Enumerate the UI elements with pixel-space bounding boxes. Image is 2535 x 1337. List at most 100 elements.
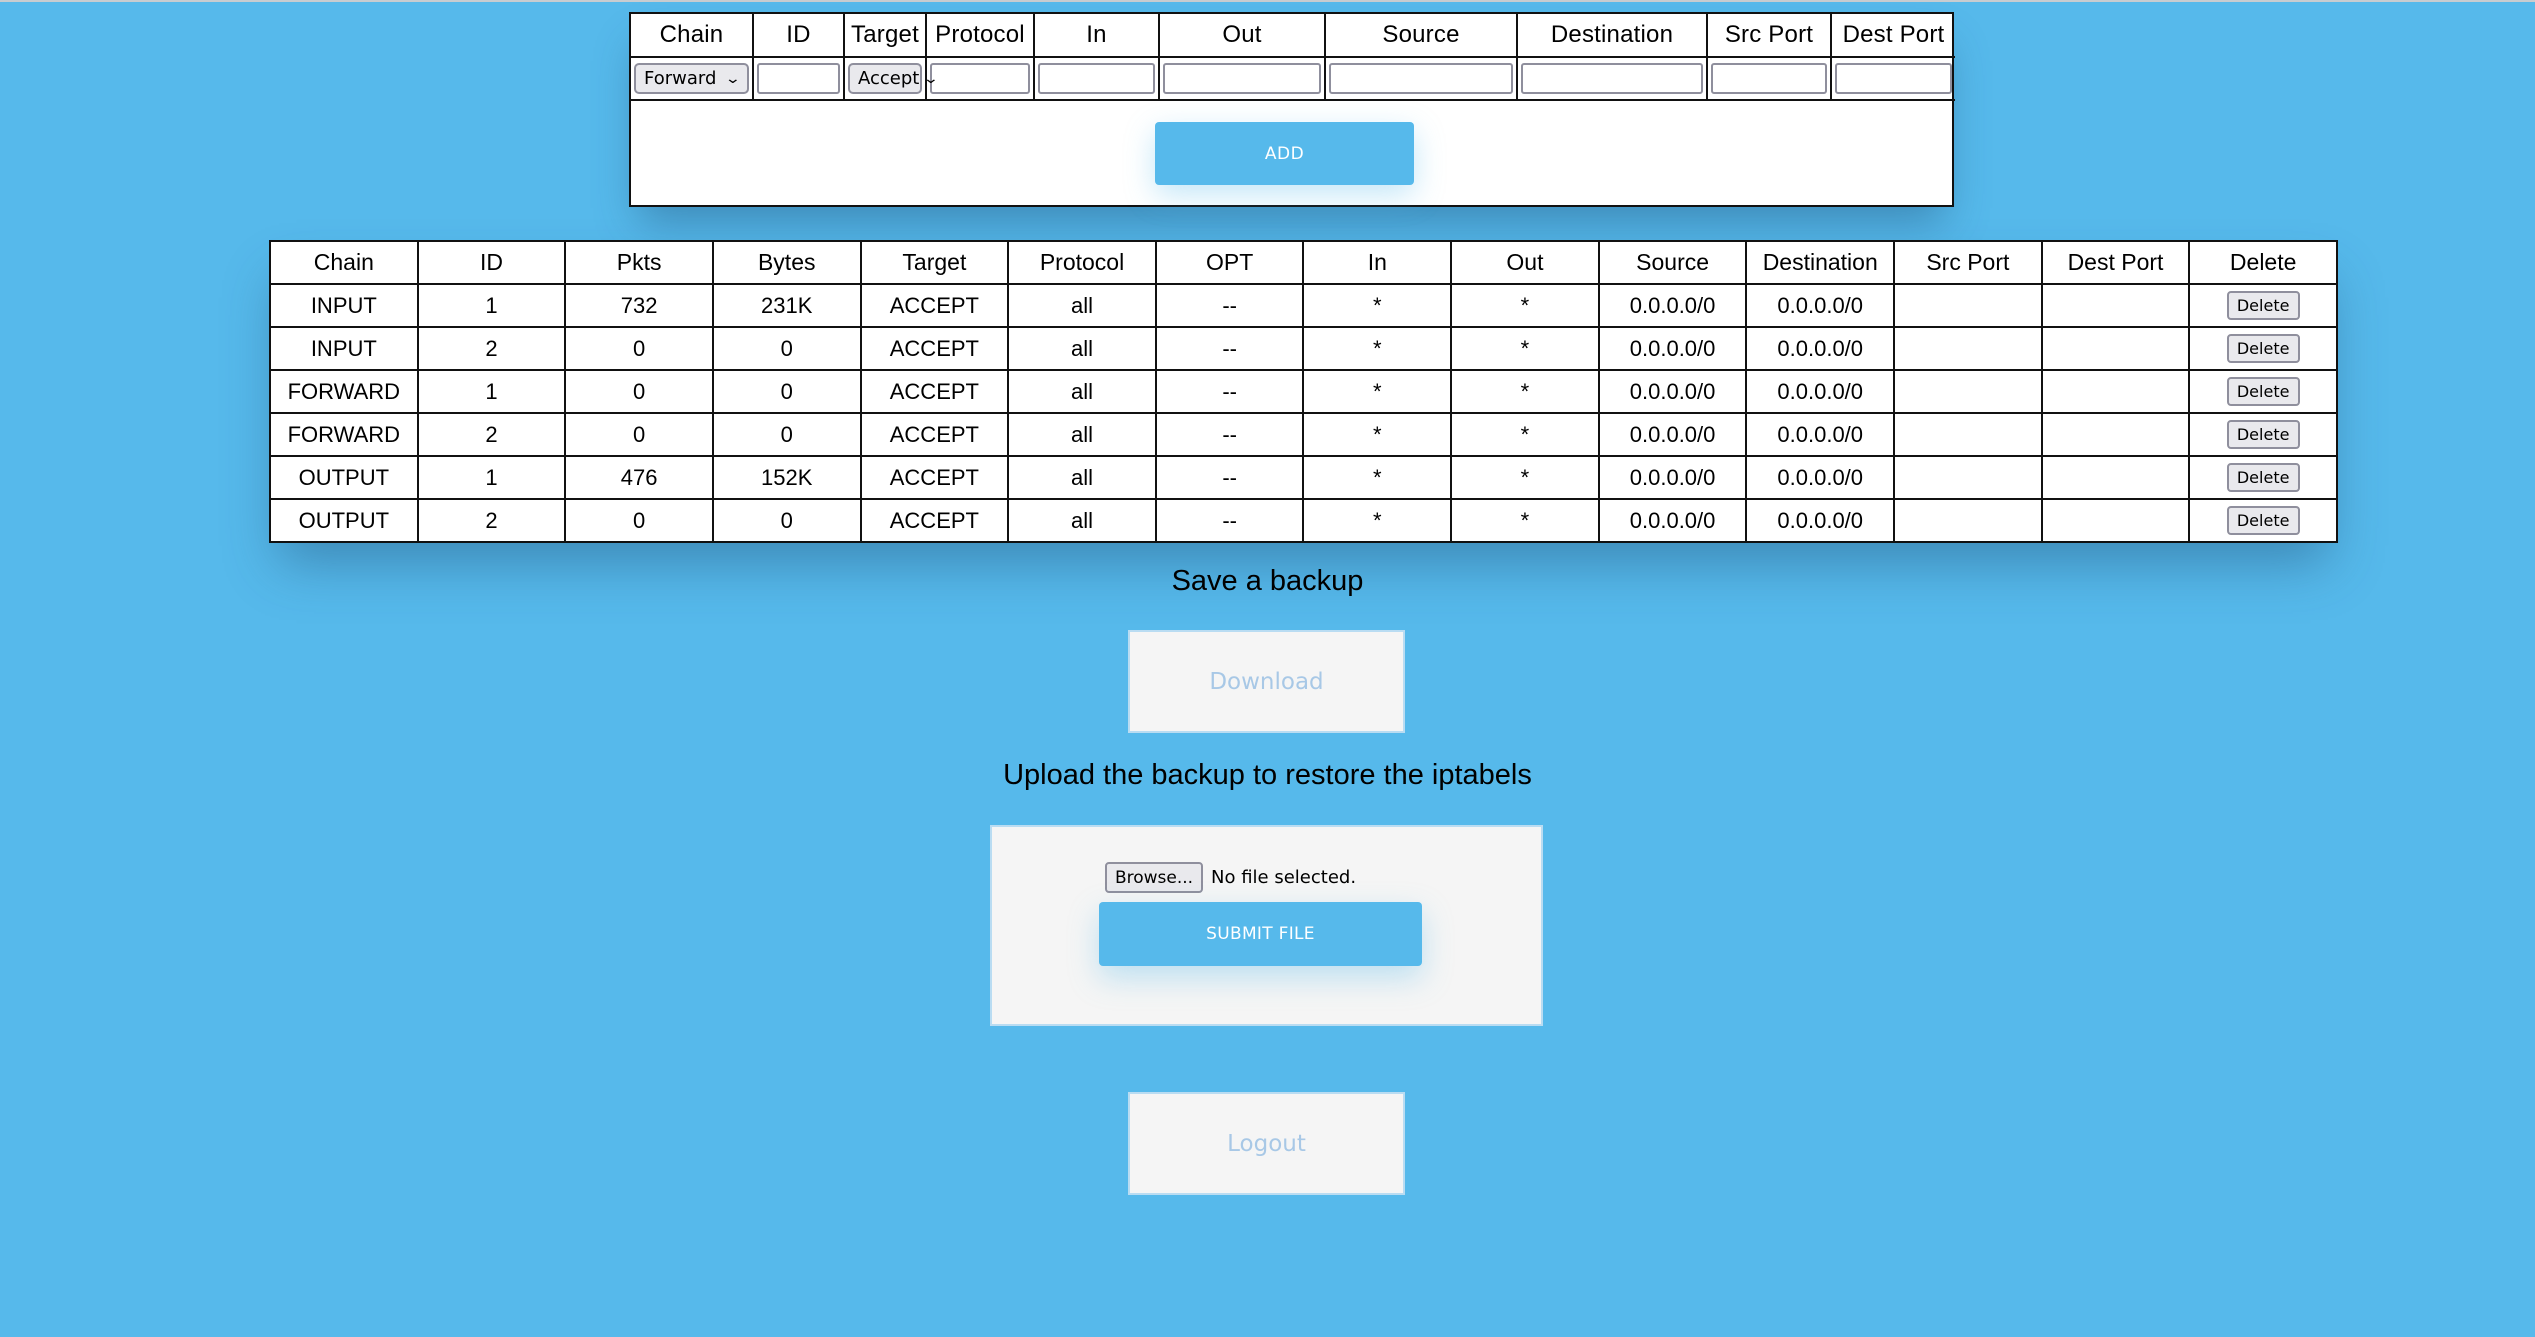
cell-chain: INPUT (269, 326, 419, 371)
cell-chain: FORWARD (269, 412, 419, 457)
table-row: OUTPUT 1 476 152K ACCEPT all -- * * 0.0.0.0/0 0.0.… (269, 455, 2338, 500)
chain-select[interactable]: Forward ⌄ (634, 63, 749, 94)
target-select-value: Accept (858, 68, 920, 89)
cell-source: 0.0.0.0/0 (1597, 283, 1748, 328)
cell-bytes: 152K (711, 455, 862, 500)
header-src-port: Src Port (1706, 14, 1832, 58)
cell-delete: Delete (2188, 498, 2338, 543)
header-dest-port: Dest Port (1830, 14, 1955, 58)
cell-dest-port (2040, 455, 2191, 500)
cell-in: * (1302, 283, 1453, 328)
header-target: Target (843, 14, 927, 58)
header-source: Source (1324, 14, 1518, 58)
delete-rule-button[interactable]: Delete (2226, 420, 2300, 449)
table-row: FORWARD 1 0 0 ACCEPT all -- * * 0.0.0.0/0 0.0.0.0/… (269, 369, 2338, 414)
cell-src-port (1893, 412, 2043, 457)
cell-src-port (1893, 498, 2043, 543)
cell-out: * (1450, 283, 1600, 328)
cell-chain: FORWARD (269, 369, 419, 414)
rules-table: Chain ID Pkts Bytes Target Protocol OPT … (269, 240, 2338, 543)
add-rule-form: Chain ID Target Protocol In Out Source D… (629, 12, 1955, 207)
cell-id: 1 (416, 369, 567, 414)
cell-src-port (1893, 455, 2043, 500)
table-row: INPUT 2 0 0 ACCEPT all -- * * 0.0.0.0/0 0.0.0.0/0 D… (269, 326, 2338, 371)
cell-bytes: 0 (711, 326, 862, 371)
cell-in: * (1302, 412, 1453, 457)
cell-opt: -- (1154, 283, 1305, 328)
logout-button[interactable]: Logout (1128, 1092, 1405, 1195)
delete-rule-button[interactable]: Delete (2226, 334, 2300, 363)
cell-protocol: all (1007, 283, 1157, 328)
cell-dest-port (2040, 326, 2191, 371)
cell-in: * (1302, 455, 1453, 500)
protocol-input[interactable] (930, 63, 1030, 94)
destination-input[interactable] (1521, 63, 1703, 94)
table-row: INPUT 1 732 231K ACCEPT all -- * * 0.0.0.0/0 0.0.0… (269, 283, 2338, 328)
add-form-input-row: Forward ⌄ Accept ⌄ (631, 56, 1955, 101)
cell-chain: OUTPUT (269, 498, 419, 543)
cell-destination: 0.0.0.0/0 (1745, 326, 1896, 371)
cell-in: * (1302, 326, 1453, 371)
cell-pkts: 732 (564, 283, 714, 328)
cell-protocol: all (1007, 326, 1157, 371)
cell-pkts: 0 (564, 369, 714, 414)
cell-target: ACCEPT (859, 498, 1010, 543)
cell-bytes: 0 (711, 412, 862, 457)
rules-header-row: Chain ID Pkts Bytes Target Protocol OPT … (269, 240, 2338, 285)
cell-chain: OUTPUT (269, 455, 419, 500)
cell-protocol: all (1007, 369, 1157, 414)
cell-source: 0.0.0.0/0 (1597, 326, 1748, 371)
cell-target: ACCEPT (859, 283, 1010, 328)
chain-select-value: Forward (644, 68, 717, 89)
rules-body: INPUT 1 732 231K ACCEPT all -- * * 0.0.0.0/0 0.0.0… (269, 283, 2338, 543)
cell-target: ACCEPT (859, 369, 1010, 414)
cell-id: 2 (416, 326, 567, 371)
delete-rule-button[interactable]: Delete (2226, 377, 2300, 406)
cell-bytes: 231K (711, 283, 862, 328)
cell-destination: 0.0.0.0/0 (1745, 283, 1896, 328)
download-button[interactable]: Download (1128, 630, 1405, 733)
delete-rule-button[interactable]: Delete (2226, 291, 2300, 320)
target-select[interactable]: Accept ⌄ (848, 63, 939, 94)
cell-opt: -- (1154, 412, 1305, 457)
submit-file-button[interactable]: SUBMIT FILE (1099, 902, 1422, 966)
cell-id: 1 (416, 283, 567, 328)
header-chain: Chain (631, 14, 754, 58)
cell-pkts: 0 (564, 498, 714, 543)
cell-pkts: 0 (564, 326, 714, 371)
header-id: ID (752, 14, 845, 58)
browser-top-edge (0, 0, 2535, 2)
add-form-header-row: Chain ID Target Protocol In Out Source D… (631, 14, 1955, 58)
cell-destination: 0.0.0.0/0 (1745, 369, 1896, 414)
out-input[interactable] (1163, 63, 1321, 94)
source-input[interactable] (1329, 63, 1513, 94)
file-input[interactable]: Browse... No file selected. (1105, 862, 1356, 893)
add-rule-button[interactable]: ADD (1155, 122, 1414, 185)
cell-id: 2 (416, 498, 567, 543)
cell-out: * (1450, 326, 1600, 371)
cell-delete: Delete (2188, 326, 2338, 371)
save-backup-heading: Save a backup (1171, 565, 1364, 597)
cell-target: ACCEPT (859, 326, 1010, 371)
src-port-input[interactable] (1711, 63, 1827, 94)
cell-out: * (1450, 455, 1600, 500)
delete-rule-button[interactable]: Delete (2226, 506, 2300, 535)
cell-protocol: all (1007, 455, 1157, 500)
cell-delete: Delete (2188, 412, 2338, 457)
cell-id: 2 (416, 412, 567, 457)
cell-source: 0.0.0.0/0 (1597, 498, 1748, 543)
cell-target: ACCEPT (859, 412, 1010, 457)
browse-button[interactable]: Browse... (1105, 862, 1203, 893)
cell-opt: -- (1154, 326, 1305, 371)
dest-port-input[interactable] (1835, 63, 1952, 94)
upload-backup-heading: Upload the backup to restore the iptabel… (1003, 759, 1532, 791)
id-input[interactable] (757, 63, 840, 94)
cell-in: * (1302, 369, 1453, 414)
col-destination: Destination (1745, 240, 1896, 285)
col-source: Source (1597, 240, 1748, 285)
col-opt: OPT (1154, 240, 1305, 285)
in-input[interactable] (1038, 63, 1155, 94)
cell-destination: 0.0.0.0/0 (1745, 498, 1896, 543)
delete-rule-button[interactable]: Delete (2226, 463, 2300, 492)
cell-id: 1 (416, 455, 567, 500)
